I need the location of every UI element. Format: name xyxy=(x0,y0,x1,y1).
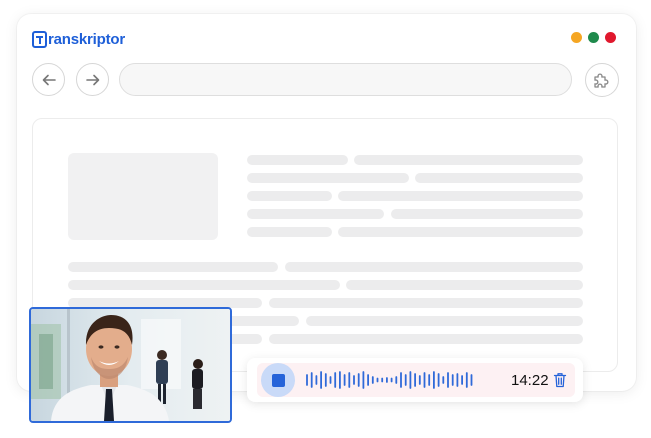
skeleton-line xyxy=(415,173,583,183)
skeleton-line xyxy=(338,191,583,201)
stop-recording-button[interactable] xyxy=(261,363,295,397)
skeleton-line xyxy=(68,262,278,272)
skeleton-line xyxy=(247,191,332,201)
person-photo xyxy=(31,309,230,421)
skeleton-line xyxy=(346,280,583,290)
arrow-right-icon xyxy=(85,74,99,85)
logo-text: ranskriptor xyxy=(48,30,125,48)
audio-waveform xyxy=(306,371,473,389)
skeleton-line xyxy=(68,280,340,290)
minimize-dot[interactable] xyxy=(571,32,582,43)
webcam-preview xyxy=(29,307,232,423)
back-button[interactable] xyxy=(32,63,65,96)
extension-button[interactable] xyxy=(585,63,619,97)
skeleton-line xyxy=(247,173,409,183)
image-placeholder xyxy=(68,153,218,240)
skeleton-line xyxy=(338,227,583,237)
skeleton-line xyxy=(247,155,348,165)
forward-button[interactable] xyxy=(76,63,109,96)
skeleton-line xyxy=(354,155,583,165)
skeleton-line xyxy=(269,298,583,308)
close-dot[interactable] xyxy=(605,32,616,43)
recording-timer: 14:22 xyxy=(511,372,549,389)
trash-icon[interactable] xyxy=(553,372,567,388)
arrow-left-icon xyxy=(42,74,56,85)
transkriptor-logo: ranskriptor xyxy=(32,28,125,50)
skeleton-line xyxy=(285,262,583,272)
maximize-dot[interactable] xyxy=(588,32,599,43)
skeleton-line xyxy=(391,209,583,219)
stop-icon xyxy=(271,373,285,387)
window-controls xyxy=(571,32,616,43)
skeleton-line xyxy=(306,316,583,326)
skeleton-line xyxy=(269,334,583,344)
skeleton-line xyxy=(247,227,332,237)
logo-t-icon xyxy=(32,30,47,48)
address-bar[interactable] xyxy=(119,63,572,96)
skeleton-line xyxy=(247,209,384,219)
puzzle-icon xyxy=(594,73,609,88)
